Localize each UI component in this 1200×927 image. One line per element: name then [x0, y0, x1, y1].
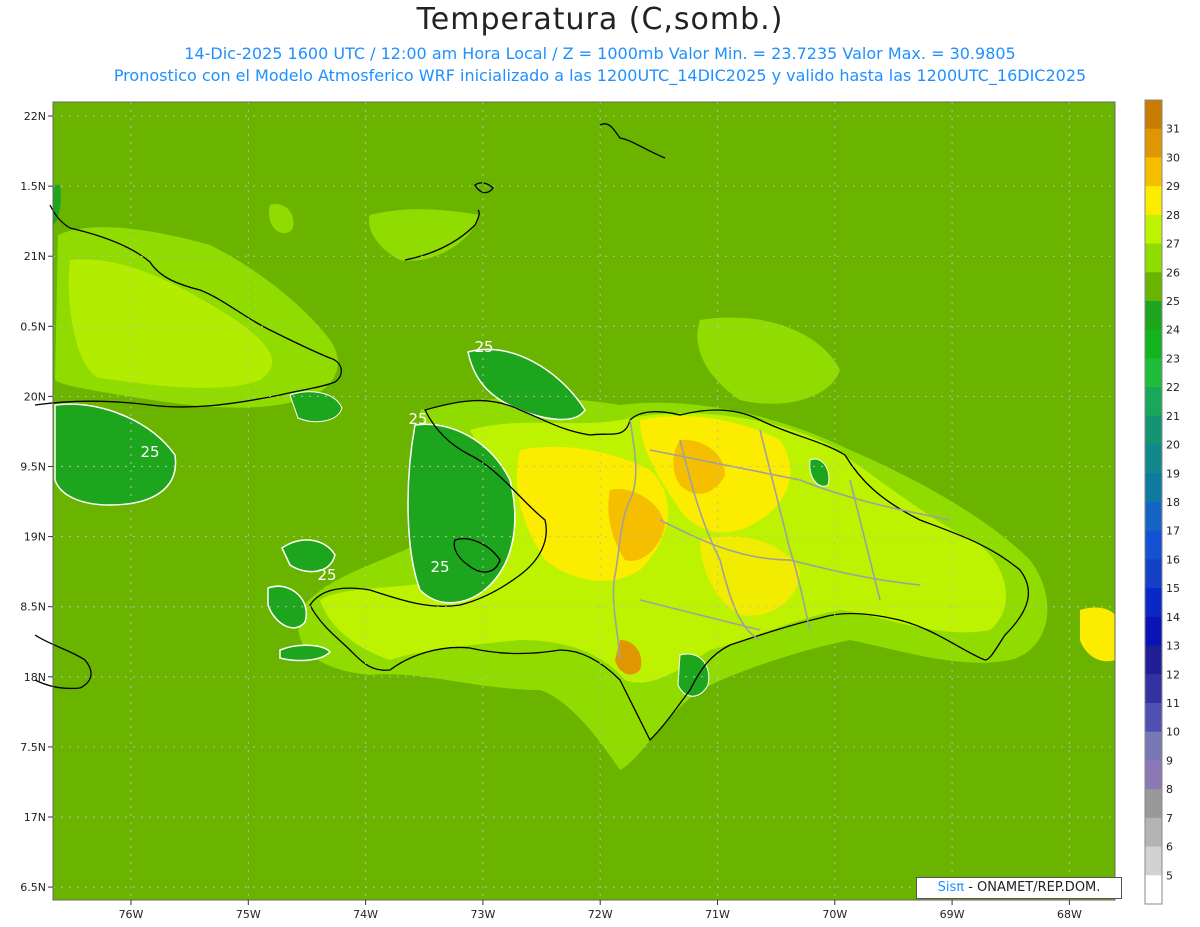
colorbar-cell [1145, 100, 1162, 130]
lat-tick-label: 17N [24, 811, 46, 824]
lon-tick-label: 70W [822, 908, 847, 921]
colorbar-label: 24 [1166, 324, 1180, 337]
colorbar-cell [1145, 444, 1162, 474]
colorbar-label: 27 [1166, 238, 1180, 251]
lat-tick-label: 22N [24, 110, 46, 123]
lon-tick-label: 69W [940, 908, 965, 921]
lat-tick-label: 0.5N [20, 320, 46, 333]
colorbar-cell [1145, 846, 1162, 876]
colorbar-label: 15 [1166, 582, 1180, 595]
colorbar-label: 28 [1166, 209, 1180, 222]
contour-label: 25 [430, 558, 449, 576]
lon-tick-label: 73W [470, 908, 495, 921]
colorbar-label: 20 [1166, 439, 1180, 452]
colorbar-label: 21 [1166, 410, 1180, 423]
credit-sis: Sis [937, 880, 957, 895]
colorbar-label: 31 [1166, 123, 1180, 136]
colorbar: 31 30 29 28 27 26 25 24 23 22 21 20 19 18 17 16 15 14 13 12… [1144, 99, 1180, 905]
colorbar-cell [1145, 128, 1162, 158]
lat-tick-label: 20N [24, 390, 46, 403]
lat-tick-label: 6.5N [20, 881, 46, 894]
colorbar-cell [1145, 530, 1162, 560]
colorbar-label: 14 [1166, 611, 1180, 624]
contour-label: 25 [140, 443, 159, 461]
colorbar-label: 5 [1166, 869, 1173, 882]
colorbar-label: 18 [1166, 496, 1180, 509]
latitude-axis: 22N 1.5N 21N 0.5N 20N 9.5N 19N 8.5N 18N 7.5N 17N 6.… [20, 110, 53, 894]
colorbar-cell [1145, 272, 1162, 302]
colorbar-label: 25 [1166, 295, 1180, 308]
colorbar-label: 13 [1166, 640, 1180, 653]
colorbar-label: 19 [1166, 467, 1180, 480]
colorbar-cell [1145, 817, 1162, 848]
contour-label: 25 [408, 410, 427, 428]
lat-tick-label: 1.5N [20, 180, 46, 193]
colorbar-cell [1145, 329, 1162, 359]
colorbar-cell [1145, 760, 1162, 790]
colorbar-label: 29 [1166, 180, 1180, 193]
colorbar-label: 6 [1166, 841, 1173, 854]
colorbar-cell [1145, 214, 1162, 245]
contour-label: 25 [317, 566, 336, 584]
colorbar-label: 11 [1166, 697, 1180, 710]
colorbar-label: 30 [1166, 151, 1180, 164]
lat-tick-label: 8.5N [20, 601, 46, 614]
temperature-map: 22N 1.5N 21N 0.5N 20N 9.5N 19N 8.5N 18N 7.5N 17N 6.… [20, 99, 1180, 921]
longitude-axis: 76W 75W 74W 73W 72W 71W 70W 69W 68W [119, 900, 1082, 921]
lon-tick-label: 71W [705, 908, 730, 921]
colorbar-label: 10 [1166, 726, 1180, 739]
colorbar-cell [1145, 157, 1162, 187]
colorbar-cell [1145, 703, 1162, 733]
colorbar-cell [1145, 387, 1162, 417]
contour-label: 25 [474, 338, 493, 356]
colorbar-label: 22 [1166, 381, 1180, 394]
lat-tick-label: 9.5N [20, 461, 46, 474]
lon-tick-label: 75W [236, 908, 261, 921]
colorbar-cell [1145, 616, 1162, 647]
colorbar-label: 23 [1166, 352, 1180, 365]
colorbar-cell [1145, 731, 1162, 761]
colorbar-cell [1145, 502, 1162, 532]
lon-tick-label: 76W [119, 908, 144, 921]
colorbar-label: 26 [1166, 266, 1180, 279]
colorbar-label: 17 [1166, 525, 1180, 538]
colorbar-cell [1145, 875, 1162, 905]
colorbar-cell [1145, 415, 1162, 446]
colorbar-label: 9 [1166, 754, 1173, 767]
lat-tick-label: 19N [24, 531, 46, 544]
lon-tick-label: 72W [588, 908, 613, 921]
colorbar-cell [1145, 301, 1162, 331]
colorbar-label: 8 [1166, 783, 1173, 796]
lat-tick-label: 18N [24, 671, 46, 684]
colorbar-label: 7 [1166, 812, 1173, 825]
colorbar-label: 16 [1166, 553, 1180, 566]
credit-box: Sisπ - ONAMET/REP.DOM. [916, 877, 1122, 899]
colorbar-label: 12 [1166, 668, 1180, 681]
colorbar-cell [1145, 186, 1162, 216]
colorbar-cell [1145, 473, 1162, 503]
colorbar-cell [1145, 789, 1162, 819]
colorbar-cell [1145, 588, 1162, 618]
colorbar-cell [1145, 645, 1162, 675]
colorbar-cell [1145, 243, 1162, 273]
colorbar-cell [1145, 358, 1162, 388]
credit-pi: π [956, 880, 965, 895]
lat-tick-label: 7.5N [20, 741, 46, 754]
credit-text: - ONAMET/REP.DOM. [968, 880, 1101, 895]
lon-tick-label: 68W [1057, 908, 1082, 921]
colorbar-cell [1145, 674, 1162, 704]
colorbar-cell [1145, 559, 1162, 589]
lon-tick-label: 74W [353, 908, 378, 921]
lat-tick-label: 21N [24, 250, 46, 263]
